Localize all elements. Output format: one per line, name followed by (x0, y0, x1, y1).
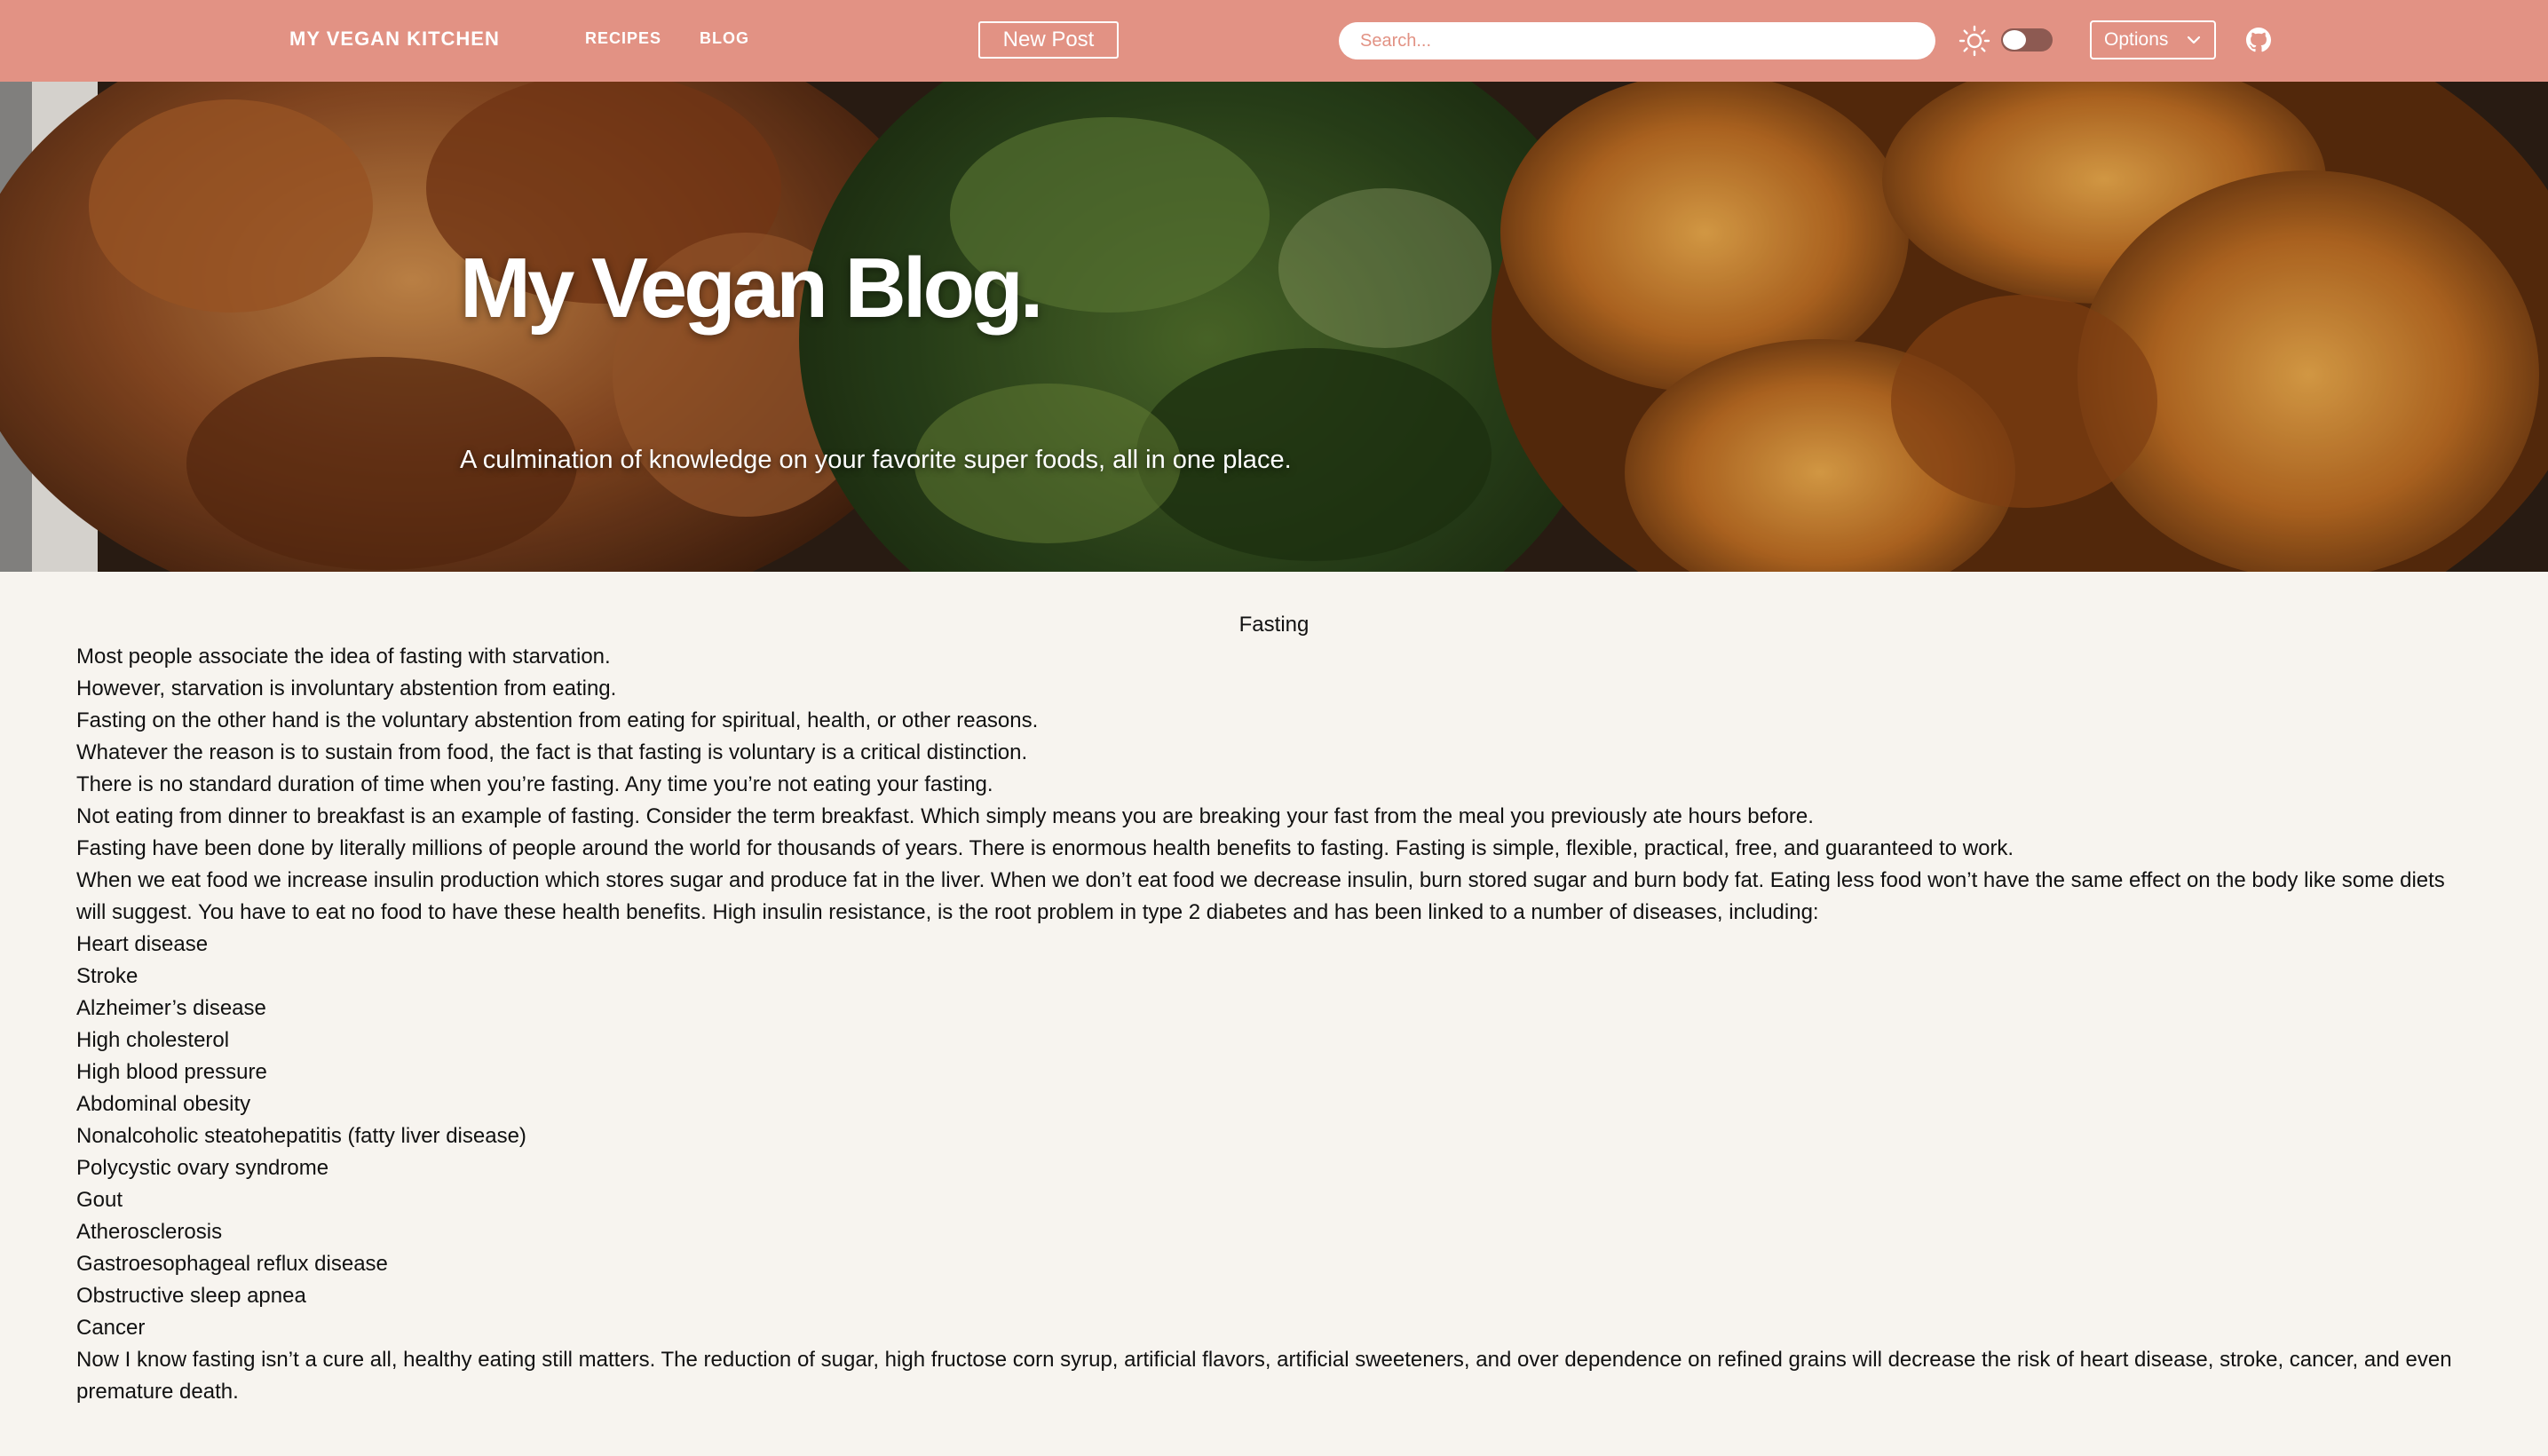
new-post-button[interactable]: New Post (978, 21, 1119, 59)
disease-list-item: Heart disease (76, 932, 209, 956)
chevron-down-icon (2187, 36, 2201, 44)
post-paragraph: Now I know fasting isn’t a cure all, hea… (76, 1348, 2452, 1404)
post-title: Fasting (1238, 613, 1310, 637)
disease-list-item: Gastroesophageal reflux disease (76, 1252, 388, 1276)
nav-link-recipes[interactable]: RECIPES (585, 29, 661, 48)
disease-list-item: High cholesterol (76, 1028, 230, 1052)
post-paragraph: Not eating from dinner to breakfast is a… (76, 804, 1814, 828)
disease-list-item: Stroke (76, 964, 138, 988)
disease-list-item: Atherosclerosis (76, 1220, 223, 1244)
brand-link[interactable]: MY VEGAN KITCHEN (289, 28, 500, 51)
disease-list-item: Obstructive sleep apnea (76, 1284, 306, 1308)
sun-icon[interactable] (1958, 25, 1990, 57)
hero-title: My Vegan Blog. (460, 241, 1043, 336)
github-icon[interactable] (2246, 28, 2271, 52)
options-label: Options (2104, 29, 2169, 50)
blog-post: Fasting Most people associate the idea o… (0, 572, 2548, 1408)
hero-food-image (0, 82, 2548, 572)
options-dropdown[interactable]: Options (2090, 20, 2216, 59)
disease-list-item: Nonalcoholic steatohepatitis (fatty live… (76, 1124, 526, 1148)
theme-toggle[interactable] (2001, 28, 2053, 51)
hero-banner: My Vegan Blog. A culmination of knowledg… (0, 82, 2548, 572)
disease-list-item: Alzheimer’s disease (76, 996, 266, 1020)
post-body: Most people associate the idea of fastin… (76, 641, 2472, 1408)
hero-subtitle: A culmination of knowledge on your favor… (460, 446, 1292, 474)
post-paragraph: Whatever the reason is to sustain from f… (76, 740, 1028, 764)
post-paragraph: There is no standard duration of time wh… (76, 772, 993, 796)
post-paragraph: Fasting have been done by literally mill… (76, 836, 2014, 860)
theme-toggle-knob (2003, 30, 2026, 50)
disease-list-item: Abdominal obesity (76, 1092, 251, 1116)
post-paragraph: However, starvation is involuntary abste… (76, 677, 617, 700)
search-input[interactable] (1339, 22, 1935, 59)
disease-list-item: Gout (76, 1188, 123, 1212)
post-paragraph: Most people associate the idea of fastin… (76, 645, 611, 669)
top-navbar: MY VEGAN KITCHEN RECIPES BLOG New Post O… (0, 0, 2548, 82)
post-paragraph: When we eat food we increase insulin pro… (76, 868, 2445, 924)
nav-link-blog[interactable]: BLOG (700, 29, 749, 48)
disease-list-item: Polycystic ovary syndrome (76, 1156, 329, 1180)
disease-list-item: Cancer (76, 1316, 146, 1340)
post-paragraph: Fasting on the other hand is the volunta… (76, 708, 1039, 732)
disease-list-item: High blood pressure (76, 1060, 267, 1084)
